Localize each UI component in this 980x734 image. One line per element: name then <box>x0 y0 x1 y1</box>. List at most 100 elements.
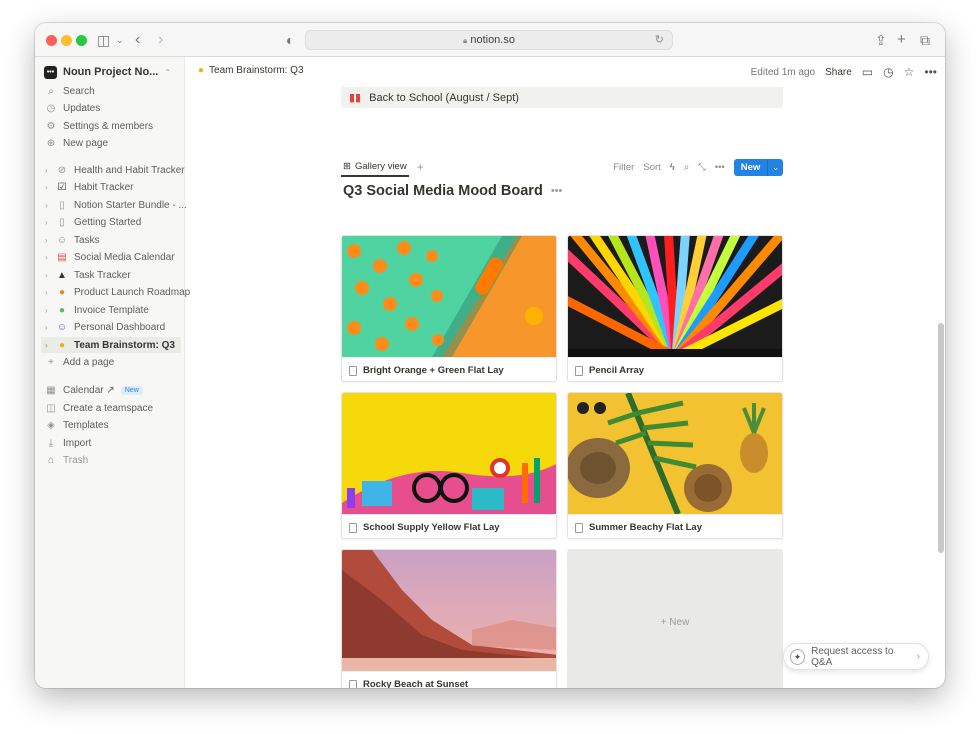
checkbox-icon: ☑ <box>57 181 67 193</box>
more-icon[interactable]: ••• <box>551 185 563 197</box>
sidebar-page[interactable]: › ⊘ Health and Habit Tracker <box>45 162 185 178</box>
tab-label: Gallery view <box>354 160 407 172</box>
sidebar-create-teamspace[interactable]: ◫ Create a teamspace <box>45 400 153 416</box>
card-title: Rocky Beach at Sunset <box>342 671 556 688</box>
new-tab-icon[interactable]: + <box>897 31 906 49</box>
chevron-right-icon[interactable]: › <box>45 183 53 192</box>
share-button[interactable]: Share <box>825 67 852 78</box>
page-icon <box>575 365 583 376</box>
add-view-button[interactable]: + <box>417 160 424 174</box>
forward-icon[interactable]: › <box>158 31 163 49</box>
sidebar-page[interactable]: › ▲ Task Tracker <box>45 267 131 283</box>
chevron-right-icon[interactable]: › <box>45 323 53 332</box>
chevron-right-icon[interactable]: › <box>45 218 53 227</box>
plus-circle-icon: ⊕ <box>46 137 56 149</box>
browser-toolbar: ◫ ⌄ ‹ › ◐ 🔒︎ notion.so ↻ ⇪ + ⧉ <box>35 23 945 57</box>
sidebar-item-label: Templates <box>63 419 109 431</box>
sidebar-updates[interactable]: ◷ Updates <box>45 100 101 116</box>
chevron-right-icon[interactable]: › <box>45 306 53 315</box>
sidebar-toggle-icon[interactable]: ◫ <box>97 31 110 49</box>
sidebar-item-label: Trash <box>63 454 89 466</box>
sidebar-page[interactable]: › ▤ Social Media Calendar <box>45 249 175 265</box>
sidebar-item-label: Create a teamspace <box>63 402 154 414</box>
star-icon[interactable]: ☆ <box>904 65 915 79</box>
sidebar-item-label: Add a page <box>63 356 115 368</box>
sidebar-settings[interactable]: ⚙ Settings & members <box>45 118 154 134</box>
sidebar-trash[interactable]: ⌂ Trash <box>45 452 88 468</box>
close-window-button[interactable] <box>46 35 57 46</box>
history-icon[interactable]: ◷ <box>883 65 893 79</box>
sidebar-page-active[interactable]: › ● Team Brainstorm: Q3 <box>41 337 181 353</box>
share-icon[interactable]: ⇪ <box>875 31 887 49</box>
sidebar-import[interactable]: ⤓ Import <box>45 435 92 451</box>
calendar-icon: ▤ <box>57 251 67 263</box>
breadcrumb[interactable]: ● Team Brainstorm: Q3 <box>198 65 304 76</box>
sidebar-page[interactable]: › ● Invoice Template <box>45 302 149 318</box>
more-icon[interactable]: ••• <box>715 162 725 173</box>
card-title: Pencil Array <box>568 357 782 381</box>
add-page-button[interactable]: + Add a page <box>45 354 114 370</box>
filter-button[interactable]: Filter <box>613 162 634 173</box>
new-button[interactable]: New <box>733 158 768 176</box>
callout-block[interactable]: ▮▮ Back to School (August / Sept) <box>341 87 783 108</box>
gallery-card[interactable]: Rocky Beach at Sunset <box>341 549 557 688</box>
sidebar-page[interactable]: › ● Product Launch Roadmap <box>45 284 190 300</box>
chevron-right-icon[interactable]: › <box>45 166 53 175</box>
sidebar-item-label: Import <box>63 437 92 449</box>
database-title[interactable]: Q3 Social Media Mood Board ••• <box>343 183 562 199</box>
chevron-right-icon[interactable]: › <box>45 271 53 280</box>
expand-icon[interactable]: ⤡ <box>698 162 706 173</box>
address-bar[interactable]: 🔒︎ notion.so ↻ <box>305 30 673 50</box>
card-cover-image <box>342 550 556 671</box>
shield-icon[interactable]: ◐ <box>286 31 294 49</box>
face-icon: ☺ <box>56 234 68 246</box>
sidebar-templates[interactable]: ◈ Templates <box>45 417 109 433</box>
chevron-right-icon[interactable]: › <box>45 201 53 210</box>
sidebar-item-label: Team Brainstorm: Q3 <box>74 339 175 351</box>
search-icon[interactable]: ⌕ <box>684 162 689 173</box>
page-content: ▮▮ Back to School (August / Sept) ⊞ Gall… <box>185 87 945 688</box>
zoom-window-button[interactable] <box>76 35 87 46</box>
chevron-right-icon[interactable]: › <box>45 288 53 297</box>
sidebar-calendar[interactable]: ▦ Calendar ↗ New <box>45 382 143 398</box>
chevron-down-icon[interactable]: ⌄ <box>767 158 783 176</box>
clock-icon: ◷ <box>46 102 56 114</box>
card-title-text: Pencil Array <box>589 365 645 376</box>
gallery-new-card[interactable]: + New <box>567 549 783 688</box>
sidebar-page[interactable]: › ☺ Personal Dashboard <box>45 319 165 335</box>
mountain-icon: ▲ <box>57 269 67 281</box>
gallery-card[interactable]: Summer Beachy Flat Lay <box>567 392 783 539</box>
tab-gallery-view[interactable]: ⊞ Gallery view <box>341 157 409 177</box>
sidebar-search[interactable]: ⌕ Search <box>45 83 95 99</box>
breadcrumb-title: Team Brainstorm: Q3 <box>209 65 304 76</box>
minimize-window-button[interactable] <box>61 35 72 46</box>
sidebar-page[interactable]: › ▯ Getting Started <box>45 214 141 230</box>
browser-window: ◫ ⌄ ‹ › ◐ 🔒︎ notion.so ↻ ⇪ + ⧉ ••• Noun … <box>35 23 945 688</box>
reload-icon[interactable]: ↻ <box>655 31 664 49</box>
scrollbar[interactable] <box>938 323 944 553</box>
chevron-right-icon[interactable]: › <box>45 253 53 262</box>
back-icon[interactable]: ‹ <box>135 31 140 49</box>
sidebar-new-page[interactable]: ⊕ New page <box>45 135 108 151</box>
sort-button[interactable]: Sort <box>643 162 660 173</box>
card-cover-image <box>342 393 556 514</box>
workspace-switcher[interactable]: ••• Noun Project No... ⌃ <box>44 64 171 80</box>
sidebar-page[interactable]: › ☺ Tasks <box>45 232 100 248</box>
chevron-right-icon[interactable]: › <box>45 236 53 245</box>
sidebar-page[interactable]: › ▯ Notion Starter Bundle - ... <box>45 197 187 213</box>
gallery-card[interactable]: School Supply Yellow Flat Lay <box>341 392 557 539</box>
database-title-text: Q3 Social Media Mood Board <box>343 183 543 199</box>
automation-icon[interactable]: ϟ <box>670 162 675 173</box>
chevron-right-icon[interactable]: › <box>45 341 53 350</box>
request-qa-button[interactable]: ✦ Request access to Q&A › <box>783 643 929 670</box>
topbar-actions: Edited 1m ago Share ▭ ◷ ☆ ••• <box>751 65 937 79</box>
chevron-down-icon[interactable]: ⌄ <box>116 31 124 49</box>
comment-icon[interactable]: ▭ <box>862 65 873 79</box>
more-icon[interactable]: ••• <box>924 65 937 79</box>
sidebar-item-label: Habit Tracker <box>74 181 134 193</box>
sidebar-page[interactable]: › ☑ Habit Tracker <box>45 179 133 195</box>
url-text: notion.so <box>470 34 515 46</box>
gallery-card[interactable]: Pencil Array <box>567 235 783 382</box>
gallery-card[interactable]: Bright Orange + Green Flat Lay <box>341 235 557 382</box>
tabs-overview-icon[interactable]: ⧉ <box>920 31 930 49</box>
